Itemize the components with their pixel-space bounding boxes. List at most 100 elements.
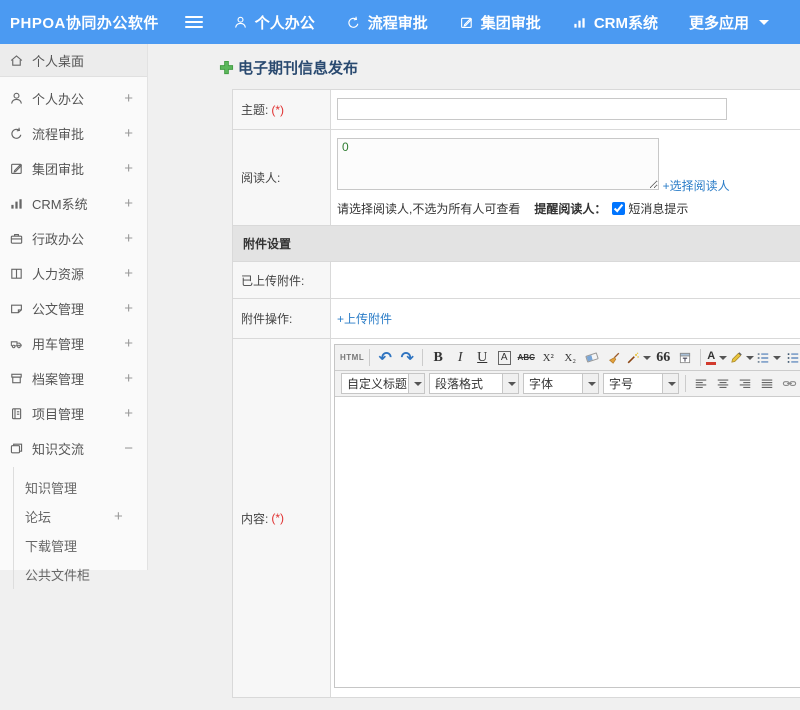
sidebar-item-human-resources[interactable]: 人力资源 + xyxy=(0,256,147,291)
expand-plus[interactable]: + xyxy=(124,160,133,177)
clear-doc-button[interactable] xyxy=(604,348,624,368)
paragraph-format-dropdown[interactable]: 段落格式 xyxy=(429,373,519,394)
expand-plus[interactable]: + xyxy=(124,230,133,247)
insert-link-button[interactable] xyxy=(779,374,799,394)
upload-attachment-link[interactable]: +上传附件 xyxy=(337,310,392,327)
unordered-list-button[interactable] xyxy=(783,348,800,368)
sidebar-subitem-knowledge-management[interactable]: 知识管理 xyxy=(14,473,147,502)
remove-format-button[interactable] xyxy=(582,348,602,368)
sidebar-subitem-forum[interactable]: 论坛 + xyxy=(14,502,147,531)
subject-input[interactable] xyxy=(337,98,727,120)
blockquote-button[interactable]: 66 xyxy=(653,348,673,368)
attachment-action-label: 附件操作: xyxy=(241,312,293,326)
redo-button[interactable]: ↷ xyxy=(397,348,417,368)
superscript-button[interactable]: X² xyxy=(538,348,558,368)
bold-button[interactable]: B xyxy=(428,348,448,368)
font-color-button[interactable]: A xyxy=(706,348,728,368)
readers-textarea[interactable]: 0 xyxy=(337,138,659,190)
broom-icon xyxy=(609,352,620,364)
align-left-button[interactable] xyxy=(691,374,711,394)
car-icon xyxy=(9,336,24,351)
expand-plus[interactable]: + xyxy=(114,508,123,525)
sidebar-subitem-download-management[interactable]: 下载管理 xyxy=(14,531,147,560)
editor-content[interactable] xyxy=(335,397,800,687)
sidebar-item-personal-desktop[interactable]: 个人桌面 xyxy=(0,44,147,77)
sidebar-item-workflow-approval[interactable]: 流程审批 + xyxy=(0,116,147,151)
undo-button[interactable]: ↶ xyxy=(375,348,395,368)
caret-down-icon xyxy=(719,355,728,360)
sidebar-item-personal-office[interactable]: 个人办公 + xyxy=(0,81,147,116)
readers-label: 阅读人: xyxy=(241,171,281,185)
workflow-icon xyxy=(9,126,24,141)
caret-down-icon xyxy=(588,381,596,386)
required-mark: (*) xyxy=(271,511,285,525)
bar-chart-icon xyxy=(572,15,587,30)
sidebar-item-vehicle-management[interactable]: 用车管理 + xyxy=(0,326,147,361)
auto-typeset-button[interactable] xyxy=(626,348,652,368)
link-icon xyxy=(782,381,796,386)
expand-plus[interactable]: + xyxy=(124,300,133,317)
font-color-a-icon: A xyxy=(706,350,717,366)
strikethrough-button[interactable]: ABC xyxy=(516,348,536,368)
expand-plus[interactable]: + xyxy=(124,195,133,212)
hamburger-menu-button[interactable] xyxy=(185,13,203,31)
sidebar-item-archive-management[interactable]: 档案管理 + xyxy=(0,361,147,396)
font-family-dropdown[interactable]: 字体 xyxy=(523,373,599,394)
custom-title-dropdown[interactable]: 自定义标题 xyxy=(341,373,425,394)
archive-icon xyxy=(9,371,24,386)
nav-group-approval[interactable]: 集团审批 xyxy=(459,12,541,33)
main-content: 电子期刊信息发布 主题: (*) 阅读人: 0 +选择阅读人 请选择阅读人,不选… xyxy=(149,44,800,710)
sidebar-item-knowledge-exchange[interactable]: 知识交流 − xyxy=(0,431,147,466)
underline-button[interactable]: U xyxy=(472,348,492,368)
expand-minus[interactable]: − xyxy=(124,440,133,457)
sms-checkbox[interactable] xyxy=(612,202,626,215)
align-right-button[interactable] xyxy=(735,374,755,394)
page-title: 电子期刊信息发布 xyxy=(238,60,359,77)
notebook-icon xyxy=(9,406,24,421)
sidebar-item-project-management[interactable]: 项目管理 + xyxy=(0,396,147,431)
expand-plus[interactable]: + xyxy=(124,405,133,422)
italic-button[interactable]: I xyxy=(450,348,470,368)
expand-plus[interactable]: + xyxy=(124,370,133,387)
insert-date-button[interactable] xyxy=(675,348,695,368)
attachment-section-header: 附件设置 xyxy=(233,226,800,262)
align-justify-button[interactable] xyxy=(757,374,777,394)
eraser-icon xyxy=(585,352,600,363)
book-icon xyxy=(9,266,24,281)
unordered-list-icon xyxy=(787,352,799,363)
nav-workflow-approval[interactable]: 流程审批 xyxy=(346,12,428,33)
sidebar-item-group-approval[interactable]: 集团审批 + xyxy=(0,151,147,186)
caret-down-icon xyxy=(643,355,652,360)
font-size-dropdown[interactable]: 字号 xyxy=(603,373,679,394)
user-icon xyxy=(9,91,24,106)
font-border-button[interactable]: A xyxy=(494,348,514,368)
select-readers-link[interactable]: +选择阅读人 xyxy=(663,177,730,194)
expand-plus[interactable]: + xyxy=(124,90,133,107)
nav-crm-system[interactable]: CRM系统 xyxy=(572,12,658,33)
app-title: PHPOA协同办公软件 xyxy=(10,14,159,32)
nav-personal-office[interactable]: 个人办公 xyxy=(233,12,315,33)
expand-plus[interactable]: + xyxy=(124,335,133,352)
sidebar-subitem-public-file-cabinet[interactable]: 公共文件柜 xyxy=(14,560,147,589)
caret-down-icon xyxy=(759,19,769,25)
align-center-button[interactable] xyxy=(713,374,733,394)
expand-plus[interactable]: + xyxy=(124,125,133,142)
sidebar-item-document-management[interactable]: 公文管理 + xyxy=(0,291,147,326)
editor-toolbar-row2: 自定义标题 段落格式 字体 字号 xyxy=(335,371,800,397)
align-left-icon xyxy=(695,378,707,388)
subscript-button[interactable]: X₂ xyxy=(560,348,580,368)
expand-plus[interactable]: + xyxy=(124,265,133,282)
editor-toolbar-row1: HTML ↶ ↷ B I U A ABC X² X₂ 66 A xyxy=(335,345,800,371)
briefcase-icon xyxy=(9,231,24,246)
ordered-list-button[interactable] xyxy=(756,348,782,368)
caret-down-icon xyxy=(414,381,422,386)
html-source-button[interactable]: HTML xyxy=(340,348,364,368)
sidebar-item-crm-system[interactable]: CRM系统 + xyxy=(0,186,147,221)
sidebar-item-admin-office[interactable]: 行政办公 + xyxy=(0,221,147,256)
highlight-color-button[interactable] xyxy=(729,348,755,368)
align-right-icon xyxy=(739,378,751,388)
caret-down-icon xyxy=(746,355,755,360)
align-center-icon xyxy=(717,378,729,388)
nav-more-apps[interactable]: 更多应用 xyxy=(689,12,769,33)
highlighter-icon xyxy=(731,351,742,363)
